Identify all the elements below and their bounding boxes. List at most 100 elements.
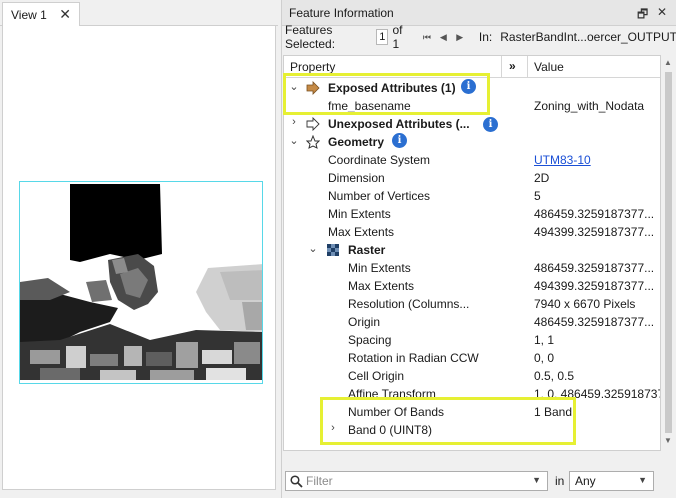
fme-data-inspector: View 1 ✕ Feature Information 🗗 ✕ Feature… [0, 0, 676, 498]
row-value: 486459.3259187377... [534, 261, 655, 275]
row-value: 0.5, 0.5 [534, 369, 575, 383]
filter-bar: ▼ in Any ▼ [283, 469, 676, 493]
row-affine-transform[interactable]: Affine Transform 1, 0, 486459.3259187377… [284, 385, 660, 403]
property-grid: Property » Value ⌄ Exposed Attributes (1… [283, 55, 661, 451]
map-view-canvas[interactable] [2, 26, 276, 490]
row-value: Zoning_with_Nodata [534, 99, 645, 113]
collapse-chevron-icon[interactable]: ⌄ [308, 242, 318, 255]
info-icon[interactable]: i [483, 117, 498, 132]
coordinate-system-link[interactable]: UTM83-10 [534, 153, 660, 167]
page-count-label: of 1 [392, 23, 403, 51]
row-value: 1, 1 [534, 333, 555, 347]
expand-chevron-icon[interactable]: › [289, 116, 299, 128]
raster-icon [327, 244, 339, 256]
row-value: 494399.3259187377... [534, 225, 655, 239]
exposed-attributes-icon [306, 81, 320, 95]
row-dimension[interactable]: Dimension 2D [284, 169, 660, 187]
column-divider[interactable] [501, 56, 502, 78]
row-value: 494399.3259187377... [534, 279, 655, 293]
close-panel-icon[interactable]: ✕ [657, 5, 667, 19]
row-value: 0, 0 [534, 351, 555, 365]
expand-chevron-icon[interactable]: › [328, 422, 338, 434]
row-spacing[interactable]: Spacing 1, 1 [284, 331, 660, 349]
row-label: Origin [348, 315, 381, 329]
row-value: 486459.3259187377... [534, 315, 655, 329]
row-label: Cell Origin [348, 369, 405, 383]
collapse-chevron-icon[interactable]: ⌄ [289, 134, 299, 147]
filter-scope-select[interactable]: Any ▼ [569, 471, 654, 491]
row-exposed-attributes[interactable]: ⌄ Exposed Attributes (1) i [284, 79, 660, 97]
row-raster-min-extents[interactable]: Min Extents 486459.3259187377... [284, 259, 660, 277]
source-dataset-label[interactable]: RasterBandInt...oercer_OUTPUT [500, 30, 676, 44]
tab-view-1-label: View 1 [11, 7, 47, 22]
previous-feature-icon[interactable]: ◀ [438, 32, 448, 43]
search-icon [290, 475, 303, 488]
row-number-of-bands[interactable]: Number Of Bands 1 Band [284, 403, 660, 421]
row-number-of-vertices[interactable]: Number of Vertices 5 [284, 187, 660, 205]
row-resolution[interactable]: Resolution (Columns... 7940 x 6670 Pixel… [284, 295, 660, 313]
row-max-extents[interactable]: Max Extents 494399.3259187377... [284, 223, 660, 241]
row-band-0[interactable]: › Band 0 (UINT8) [284, 421, 660, 439]
filter-input[interactable] [306, 473, 526, 489]
unexposed-attributes-icon [306, 117, 320, 131]
raster-image [20, 182, 262, 383]
row-value: 7940 x 6670 Pixels [534, 297, 636, 311]
tab-view-1[interactable]: View 1 ✕ [2, 2, 80, 26]
features-selected-label: Features Selected: [285, 23, 336, 51]
row-label: Max Extents [328, 225, 395, 239]
row-coordinate-system[interactable]: Coordinate System UTM83-10 [284, 151, 660, 169]
filter-scope-value: Any [575, 474, 596, 488]
panel-title: Feature Information [289, 5, 394, 20]
row-label: Raster [348, 243, 386, 257]
row-label: Number Of Bands [348, 405, 445, 419]
float-panel-icon[interactable]: 🗗 [637, 5, 648, 26]
row-label: Geometry [328, 135, 385, 149]
row-label: fme_basename [328, 99, 411, 113]
next-feature-icon[interactable]: ▶ [455, 32, 465, 43]
row-unexposed-attributes[interactable]: › Unexposed Attributes (... i [284, 115, 660, 133]
row-min-extents[interactable]: Min Extents 486459.3259187377... [284, 205, 660, 223]
close-icon[interactable]: ✕ [59, 6, 71, 23]
raster-selection-frame[interactable] [19, 181, 263, 384]
first-feature-icon[interactable]: ⏮ [422, 32, 432, 43]
expand-columns-button[interactable]: » [509, 59, 516, 73]
row-cell-origin[interactable]: Cell Origin 0.5, 0.5 [284, 367, 660, 385]
grid-header: Property » Value [284, 56, 660, 78]
row-geometry[interactable]: ⌄ Geometry i [284, 133, 660, 151]
feature-information-panel: Feature Information 🗗 ✕ Features Selecte… [281, 0, 676, 498]
row-label: Min Extents [328, 207, 391, 221]
row-label: Resolution (Columns... [348, 297, 470, 311]
row-value: 5 [534, 189, 541, 203]
row-label: Affine Transform [348, 387, 436, 401]
row-fme-basename[interactable]: fme_basename Zoning_with_Nodata [284, 97, 660, 115]
row-label: Spacing [348, 333, 392, 347]
scrollbar-thumb[interactable] [665, 72, 672, 433]
vertical-scrollbar[interactable]: ▲ ▼ [661, 55, 676, 451]
row-value: 486459.3259187377... [534, 207, 655, 221]
collapse-chevron-icon[interactable]: ⌄ [289, 80, 299, 93]
row-raster[interactable]: ⌄ Raster [284, 241, 660, 259]
geometry-icon [306, 135, 320, 149]
chevron-down-icon[interactable]: ▼ [638, 475, 647, 485]
scroll-down-icon[interactable]: ▼ [664, 436, 672, 445]
row-origin[interactable]: Origin 486459.3259187377... [284, 313, 660, 331]
info-icon[interactable]: i [461, 79, 476, 94]
filter-field[interactable]: ▼ [285, 471, 548, 491]
page-number-input[interactable]: 1 [376, 29, 389, 45]
row-label: Exposed Attributes (1) [328, 81, 456, 95]
row-label: Band 0 (UINT8) [348, 423, 433, 437]
info-icon[interactable]: i [392, 133, 407, 148]
row-raster-max-extents[interactable]: Max Extents 494399.3259187377... [284, 277, 660, 295]
column-divider[interactable] [527, 56, 528, 78]
row-label: Rotation in Radian CCW [348, 351, 479, 365]
row-rotation[interactable]: Rotation in Radian CCW 0, 0 [284, 349, 660, 367]
scroll-up-icon[interactable]: ▲ [664, 58, 672, 67]
column-header-property[interactable]: Property [290, 60, 335, 74]
row-value: 1, 0, 486459.32591873773 [534, 387, 660, 401]
row-label: Min Extents [348, 261, 411, 275]
view-tabbar: View 1 ✕ [0, 0, 278, 26]
row-label: Number of Vertices [328, 189, 431, 203]
chevron-down-icon[interactable]: ▼ [532, 475, 541, 485]
column-header-value[interactable]: Value [534, 60, 564, 74]
row-label: Dimension [328, 171, 385, 185]
